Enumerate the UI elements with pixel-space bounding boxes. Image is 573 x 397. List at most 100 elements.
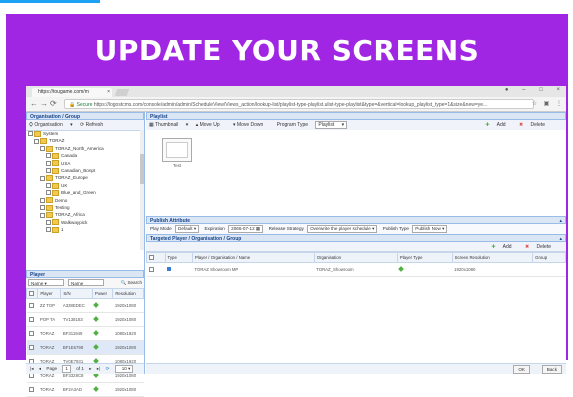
target-row-checkbox[interactable] [146, 262, 166, 277]
expand-icon[interactable] [46, 160, 51, 166]
target-column-header[interactable]: Player Type [396, 252, 453, 263]
expand-icon[interactable] [34, 138, 39, 144]
thumbnail-label-text: Test [173, 163, 181, 168]
first-page-icon[interactable]: |◂ [30, 366, 34, 371]
expand-icon[interactable] [46, 168, 51, 174]
filter-field-select[interactable]: Name ▾ [28, 279, 64, 286]
expand-icon[interactable] [46, 227, 51, 233]
forward-icon[interactable]: → [40, 99, 48, 108]
row-checkbox[interactable] [26, 298, 38, 313]
expand-icon[interactable] [40, 146, 45, 152]
thumbnail-button[interactable]: ▦ Thumbnail ▾ [149, 122, 188, 128]
expiration-input[interactable]: 2066-07-12 ▦ [228, 224, 264, 233]
column-header[interactable]: S/N [60, 288, 93, 299]
tree-node[interactable]: TORAZ_North_America [26, 145, 142, 152]
browser-tab[interactable]: https://tougame.com/m × [32, 88, 112, 97]
expand-icon[interactable] [40, 175, 45, 181]
expand-icon[interactable] [46, 219, 51, 225]
delete-target-button[interactable]: ✖ Delete [525, 244, 557, 250]
row-checkbox[interactable] [26, 326, 38, 341]
expand-icon[interactable] [40, 205, 45, 211]
delete-target-label: Delete [536, 244, 551, 250]
next-page-icon[interactable]: ▸ [89, 366, 91, 371]
tree-node[interactable]: TORAZ_Europe [26, 174, 142, 182]
refresh-page-icon[interactable]: ⟳ [106, 366, 110, 371]
column-header[interactable]: Player [37, 288, 62, 299]
move-up-button[interactable]: ▴ Move Up [196, 122, 226, 128]
tree-node[interactable]: Canadian_Bonpt [26, 167, 142, 174]
column-header[interactable]: Resolution [112, 288, 144, 299]
release-strategy-label: Release Strategy [268, 226, 304, 231]
tree-node[interactable]: 1 [26, 226, 142, 233]
select-all-target-checkbox[interactable] [146, 252, 166, 263]
tree-scrollbar[interactable] [140, 130, 144, 250]
add-target-button[interactable]: ✚ Add [491, 244, 517, 250]
url-input[interactable]: 🔒 Secure https://logostcms.com/console/a… [64, 99, 534, 109]
target-column-header[interactable]: Organisation [313, 252, 398, 263]
publish-type-select[interactable]: Publish Now ▾ [412, 224, 448, 233]
tree-node[interactable]: TORAZ_Africa [26, 211, 142, 219]
target-column-header[interactable]: Player / Organisation / Name [191, 252, 315, 263]
tree-node[interactable]: TORAZ [26, 137, 142, 145]
expand-icon[interactable] [46, 183, 51, 189]
target-column-header[interactable]: Type [164, 252, 193, 263]
table-row[interactable]: POP TA TV138183 1920x1080 [26, 312, 144, 327]
tree-node[interactable]: USA [26, 160, 142, 167]
page-size-select[interactable]: 10 ▾ [114, 364, 134, 373]
play-mode-select[interactable]: Default ▾ [175, 224, 200, 233]
tree-node[interactable]: Canada [26, 152, 142, 159]
target-column-header[interactable]: Screen Resolution [451, 252, 534, 263]
tree-node[interactable]: Testing [26, 204, 142, 211]
new-tab-button[interactable] [114, 89, 130, 96]
row-checkbox[interactable] [26, 312, 38, 327]
table-row[interactable]: ZZ TOP A338EDEC 1920x1080 [26, 298, 144, 313]
row-checkbox[interactable] [26, 382, 38, 397]
profile-icon[interactable]: ● [505, 87, 509, 93]
maximize-icon[interactable]: □ [539, 87, 543, 93]
expand-icon[interactable] [40, 212, 45, 218]
back-icon[interactable]: ← [30, 99, 38, 108]
release-strategy-select[interactable]: Overwrite the player schedule ▾ [307, 224, 378, 233]
tree-node-label: 1 [61, 227, 64, 233]
page-input[interactable]: 1 [62, 364, 71, 373]
expand-icon[interactable] [28, 131, 33, 137]
search-button[interactable]: 🔍 Search [120, 279, 142, 286]
close-window-icon[interactable]: × [556, 87, 560, 93]
expand-icon[interactable] [40, 197, 45, 203]
refresh-button[interactable]: ⟳ Refresh [80, 122, 109, 128]
table-row[interactable]: TORAZ BF1E6798 1920x1080 [26, 340, 144, 355]
table-row[interactable]: TORAZ BF311949 1080x1920 [26, 326, 144, 341]
table-row[interactable]: TORAZ BF2A3AD 1920x1080 [26, 382, 144, 397]
tree-node[interactable]: Demo [26, 197, 142, 204]
expand-icon[interactable] [46, 153, 51, 159]
playlist-thumbnail[interactable] [162, 138, 192, 162]
column-header[interactable]: Power [91, 288, 114, 299]
minimize-icon[interactable]: – [522, 87, 525, 93]
last-page-icon[interactable]: ▸| [97, 366, 101, 371]
expand-icon[interactable] [46, 190, 51, 196]
ok-button[interactable]: OK [513, 365, 530, 374]
select-all-checkbox[interactable] [25, 288, 39, 299]
extension-icon[interactable]: ▣ [544, 101, 550, 107]
add-playlist-button[interactable]: ✚ Add [485, 122, 511, 128]
star-icon[interactable]: ☆ [532, 101, 537, 107]
delete-playlist-button[interactable]: ✖ Delete [519, 122, 551, 128]
tree-scroll-thumb[interactable] [140, 154, 144, 184]
tree-node[interactable]: Walkwaypick [26, 219, 142, 226]
tree-node[interactable]: System [26, 130, 142, 137]
right-column: Playlist ▦ Thumbnail ▾ ▴ Move Up ▾ Move … [146, 112, 566, 374]
prev-page-icon[interactable]: ◂ [39, 366, 41, 371]
tree-node[interactable]: Blue_and_Green [26, 189, 142, 196]
tree-node[interactable]: UK [26, 182, 142, 189]
row-checkbox[interactable] [26, 340, 38, 355]
close-tab-icon[interactable]: × [107, 88, 110, 97]
organisation-button[interactable]: ⛭ Organisation ▾ [29, 122, 73, 128]
filter-value-input[interactable]: Name [68, 279, 104, 286]
menu-icon[interactable]: ⋮ [556, 101, 562, 107]
reload-icon[interactable]: ⟳ [50, 99, 57, 108]
target-column-header[interactable]: Group [532, 252, 566, 263]
move-down-button[interactable]: ▾ Move Down [233, 122, 269, 128]
back-button[interactable]: Back [541, 365, 562, 374]
program-type-select[interactable]: Playlist ▾ [315, 120, 348, 129]
target-row[interactable]: TORAZ Showroom MP TORAZ_Showroom 1920x1080 [146, 262, 566, 277]
